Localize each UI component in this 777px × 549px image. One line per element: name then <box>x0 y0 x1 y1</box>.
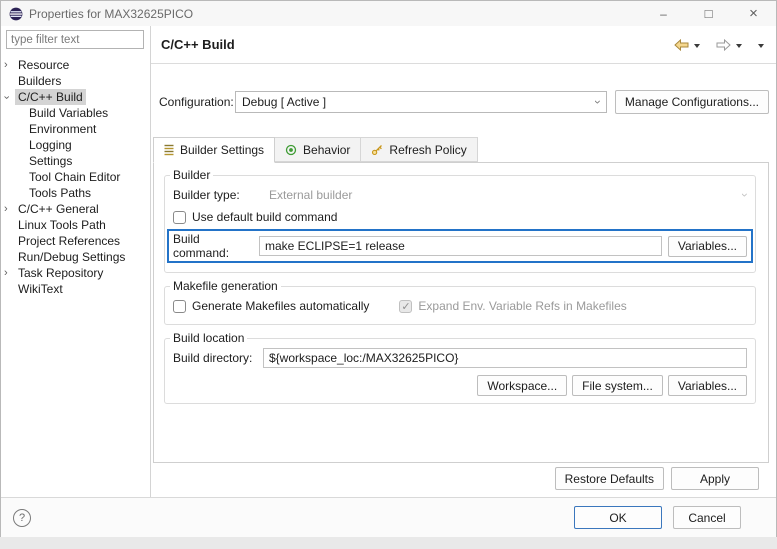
use-default-build-command-label: Use default build command <box>192 210 337 224</box>
build-directory-label: Build directory: <box>173 351 263 365</box>
page-title: C/C++ Build <box>161 37 235 52</box>
chevron-right-icon[interactable] <box>4 204 15 215</box>
build-command-variables-button[interactable]: Variables... <box>668 236 747 257</box>
tree-item-cpp-general[interactable]: C/C++ General <box>1 201 150 217</box>
tab-builder-settings[interactable]: Builder Settings <box>153 137 275 163</box>
generate-makefiles-label: Generate Makefiles automatically <box>192 299 369 313</box>
help-icon[interactable]: ? <box>13 509 31 527</box>
builder-type-label: Builder type: <box>173 188 263 202</box>
file-system-button[interactable]: File system... <box>572 375 663 396</box>
eclipse-icon <box>9 7 23 21</box>
nav-toolbar <box>674 39 764 51</box>
settings-sidebar: Resource Builders C/C++ Build Build Vari… <box>1 26 151 497</box>
restore-defaults-button[interactable]: Restore Defaults <box>555 467 664 490</box>
tree-item-linux-tools-path[interactable]: Linux Tools Path <box>1 217 150 233</box>
tree-item-task-repository[interactable]: Task Repository <box>1 265 150 281</box>
radio-target-icon <box>285 144 297 156</box>
build-directory-variables-button[interactable]: Variables... <box>668 375 747 396</box>
workspace-button[interactable]: Workspace... <box>477 375 567 396</box>
configuration-label: Configuration: <box>159 95 235 109</box>
forward-dropdown-icon[interactable] <box>736 44 742 48</box>
tree-item-tools-paths[interactable]: Tools Paths <box>1 185 150 201</box>
forward-icon[interactable] <box>716 39 731 51</box>
builder-group: Builder Builder type: External builder U… <box>164 168 756 273</box>
build-command-label: Build command: <box>173 232 259 260</box>
ok-button[interactable]: OK <box>574 506 662 529</box>
use-default-build-command-checkbox[interactable] <box>173 211 186 224</box>
builder-group-legend: Builder <box>170 168 213 182</box>
settings-tree: Resource Builders C/C++ Build Build Vari… <box>1 57 150 297</box>
tree-item-environment[interactable]: Environment <box>1 121 150 137</box>
properties-dialog: Properties for MAX32625PICO Resource Bui… <box>0 0 777 537</box>
minimize-icon[interactable] <box>641 1 686 26</box>
apply-button[interactable]: Apply <box>671 467 759 490</box>
tree-item-builders[interactable]: Builders <box>1 73 150 89</box>
tree-item-cpp-build[interactable]: C/C++ Build <box>1 89 150 105</box>
chevron-down-icon[interactable] <box>4 92 15 103</box>
configuration-combo[interactable]: Debug [ Active ] <box>235 91 607 113</box>
tab-bar: Builder Settings Behavior <box>153 137 478 162</box>
expand-env-refs-checkbox <box>399 300 412 313</box>
chevron-right-icon[interactable] <box>4 60 15 71</box>
tab-behavior[interactable]: Behavior <box>275 137 361 162</box>
close-icon[interactable] <box>731 1 776 26</box>
chevron-right-icon[interactable] <box>4 268 15 279</box>
back-icon[interactable] <box>674 39 689 51</box>
dialog-button-bar: ? OK Cancel <box>1 497 776 537</box>
title-bar: Properties for MAX32625PICO <box>1 1 776 26</box>
makefile-generation-group: Makefile generation Generate Makefiles a… <box>164 279 756 325</box>
window-title: Properties for MAX32625PICO <box>29 7 193 21</box>
build-location-legend: Build location <box>170 331 247 345</box>
view-menu-dropdown-icon[interactable] <box>758 44 764 48</box>
makefile-group-legend: Makefile generation <box>170 279 281 293</box>
annotation-highlight: Build command: Variables... <box>167 229 753 263</box>
generate-makefiles-checkbox[interactable] <box>173 300 186 313</box>
tree-item-settings[interactable]: Settings <box>1 153 150 169</box>
tree-item-run-debug-settings[interactable]: Run/Debug Settings <box>1 249 150 265</box>
tree-item-logging[interactable]: Logging <box>1 137 150 153</box>
tab-refresh-policy[interactable]: Refresh Policy <box>361 137 477 162</box>
configuration-value: Debug [ Active ] <box>242 95 326 109</box>
filter-input[interactable] <box>6 30 144 49</box>
build-directory-input[interactable] <box>263 348 747 368</box>
key-icon <box>371 144 383 156</box>
list-icon <box>164 144 174 156</box>
expand-env-refs-label: Expand Env. Variable Refs in Makefiles <box>418 299 626 313</box>
tree-item-wikitext[interactable]: WikiText <box>1 281 150 297</box>
cancel-button[interactable]: Cancel <box>673 506 741 529</box>
back-dropdown-icon[interactable] <box>694 44 700 48</box>
maximize-icon[interactable] <box>686 1 731 26</box>
build-command-input[interactable] <box>259 236 662 256</box>
tree-item-project-references[interactable]: Project References <box>1 233 150 249</box>
tree-item-build-variables[interactable]: Build Variables <box>1 105 150 121</box>
builder-type-combo: External builder <box>263 188 747 202</box>
manage-configurations-button[interactable]: Manage Configurations... <box>615 90 769 114</box>
chevron-down-icon <box>593 100 603 104</box>
tree-item-resource[interactable]: Resource <box>1 57 150 73</box>
chevron-down-icon <box>740 193 750 197</box>
builder-settings-panel: Builder Builder type: External builder U… <box>153 162 769 463</box>
page-header: C/C++ Build <box>151 26 776 64</box>
build-location-group: Build location Build directory: Workspac… <box>164 331 756 404</box>
tree-item-tool-chain-editor[interactable]: Tool Chain Editor <box>1 169 150 185</box>
main-panel: C/C++ Build <box>151 26 776 497</box>
